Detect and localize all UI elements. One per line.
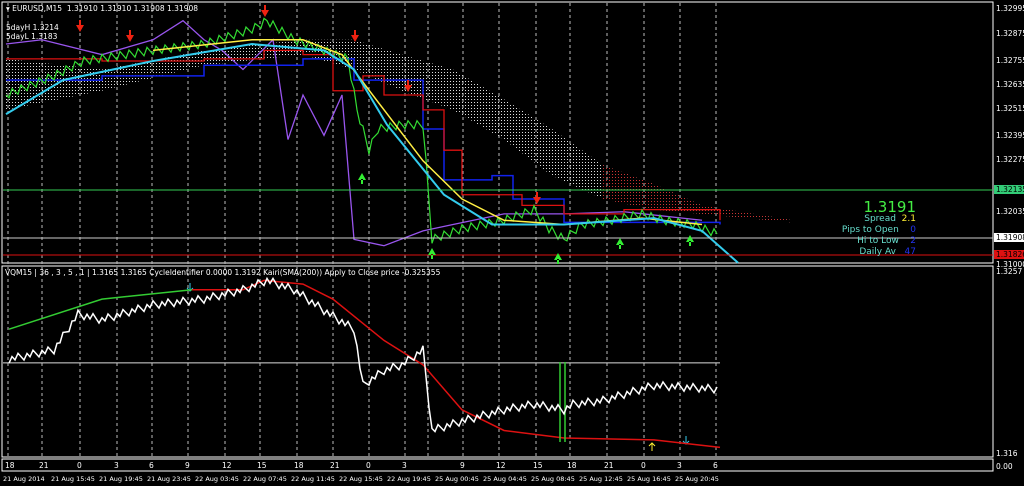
buy-arrow-icon xyxy=(428,248,436,259)
price-tick-label: 1.32635 xyxy=(996,80,1024,89)
hour-tick-label: 9 xyxy=(460,461,465,470)
date-tick-label: 22 Aug 07:45 xyxy=(243,475,287,483)
date-tick-label: 22 Aug 11:45 xyxy=(291,475,335,483)
date-tick-label: 21 Aug 2014 xyxy=(3,475,45,483)
buy-arrow-icon xyxy=(616,238,624,249)
hour-tick-label: 9 xyxy=(185,461,190,470)
sell-arrow-icon xyxy=(126,30,134,42)
ohlc-values: 1.31910 1.31910 1.31908 1.31908 xyxy=(66,4,199,13)
date-tick-label: 22 Aug 03:45 xyxy=(195,475,239,483)
hour-tick-label: 0 xyxy=(641,461,646,470)
pips-label: Pips to Open xyxy=(841,225,899,235)
date-tick-label: 21 Aug 19:45 xyxy=(99,475,143,483)
sell-arrow-icon xyxy=(533,192,541,204)
date-tick-label: 22 Aug 15:45 xyxy=(339,475,383,483)
hour-tick-label: 6 xyxy=(149,461,154,470)
hour-tick-label: 12 xyxy=(496,461,506,470)
date-tick-label: 25 Aug 12:45 xyxy=(579,475,623,483)
red-line-label: 1.31826 xyxy=(994,250,1024,259)
ichimoku-cloud-red xyxy=(603,165,792,223)
oscillator-top-label: 1.3257 xyxy=(996,267,1023,276)
daily-value: 47 xyxy=(904,247,916,257)
date-tick-label: 25 Aug 00:45 xyxy=(435,475,479,483)
five-day-high: 5dayH 1.3214 xyxy=(6,23,59,32)
oscillator-title: VQM15 | 36 , 3 , 5 , 1 | 1.3165 1.3165 C… xyxy=(5,268,441,277)
hour-tick-label: 21 xyxy=(330,461,340,470)
daily-row: Daily Av 47 xyxy=(859,247,916,257)
hour-tick-label: 0 xyxy=(77,461,82,470)
price-tick-label: 1.32275 xyxy=(996,155,1024,164)
oscillator-series xyxy=(3,276,721,449)
price-tick-label: 1.32515 xyxy=(996,104,1024,113)
hour-tick-label: 18 xyxy=(5,461,15,470)
sell-arrow-icon xyxy=(76,20,84,32)
date-tick-label: 22 Aug 19:45 xyxy=(387,475,431,483)
daily-label: Daily Av xyxy=(859,247,896,257)
osc-spike xyxy=(559,362,566,442)
spread-label: Spread xyxy=(864,214,896,224)
buy-arrow-icon xyxy=(686,235,694,246)
pips-value: 0 xyxy=(910,225,916,235)
hour-tick-label: 6 xyxy=(713,461,718,470)
hour-tick-label: 15 xyxy=(257,461,267,470)
price-tick-label: 1.32035 xyxy=(996,207,1024,216)
chart-header: ▾ EURUSD,M15 1.31910 1.31910 1.31908 1.3… xyxy=(6,4,199,13)
spread-value: 2.1 xyxy=(901,214,916,224)
date-tick-label: 25 Aug 16:45 xyxy=(627,475,671,483)
green-line-label: 1.32135 xyxy=(994,185,1024,194)
hour-tick-label: 12 xyxy=(222,461,232,470)
symbol-label: EURUSD,M15 xyxy=(12,4,63,13)
hour-tick-label: 15 xyxy=(533,461,543,470)
date-tick-label: 25 Aug 04:45 xyxy=(483,475,527,483)
date-tick-label: 25 Aug 20:45 xyxy=(675,475,719,483)
date-tick-label: 21 Aug 23:45 xyxy=(147,475,191,483)
date-tick-label: 21 Aug 15:45 xyxy=(51,475,95,483)
sell-arrow-icon xyxy=(261,5,269,17)
price-tick-label: 1.32875 xyxy=(996,29,1024,38)
price-tick-label: 1.32995 xyxy=(996,4,1024,13)
spread-row: Spread 2.1 xyxy=(864,214,916,224)
hour-tick-label: 3 xyxy=(114,461,119,470)
osc-white-line xyxy=(8,276,718,433)
oscillator-zero-label: 0.00 xyxy=(996,462,1013,471)
hour-tick-label: 18 xyxy=(294,461,304,470)
buy-arrow-icon xyxy=(358,173,366,184)
hour-tick-label: 3 xyxy=(677,461,682,470)
hilo-value: 2 xyxy=(910,236,916,246)
date-tick-label: 25 Aug 08:45 xyxy=(531,475,575,483)
price-tick-label: 1.32395 xyxy=(996,131,1024,140)
five-day-low: 5dayL 1.3183 xyxy=(6,32,58,41)
hour-tick-label: 21 xyxy=(604,461,614,470)
oscillator-bottom-label: 1.316 xyxy=(996,449,1018,458)
osc-signal-green xyxy=(8,289,193,330)
bid-price-label: 1.31908 xyxy=(994,233,1024,242)
pips-row: Pips to Open 0 xyxy=(842,225,916,235)
oscillator-arrow-icon xyxy=(648,442,656,451)
main-series xyxy=(5,17,792,264)
hour-tick-label: 0 xyxy=(366,461,371,470)
hilo-row: Hi to Low 2 xyxy=(857,236,916,246)
price-tick-label: 1.32755 xyxy=(996,56,1024,65)
hour-tick-label: 3 xyxy=(402,461,407,470)
hilo-label: Hi to Low xyxy=(857,236,899,246)
hour-tick-label: 18 xyxy=(567,461,577,470)
hour-tick-label: 21 xyxy=(39,461,49,470)
